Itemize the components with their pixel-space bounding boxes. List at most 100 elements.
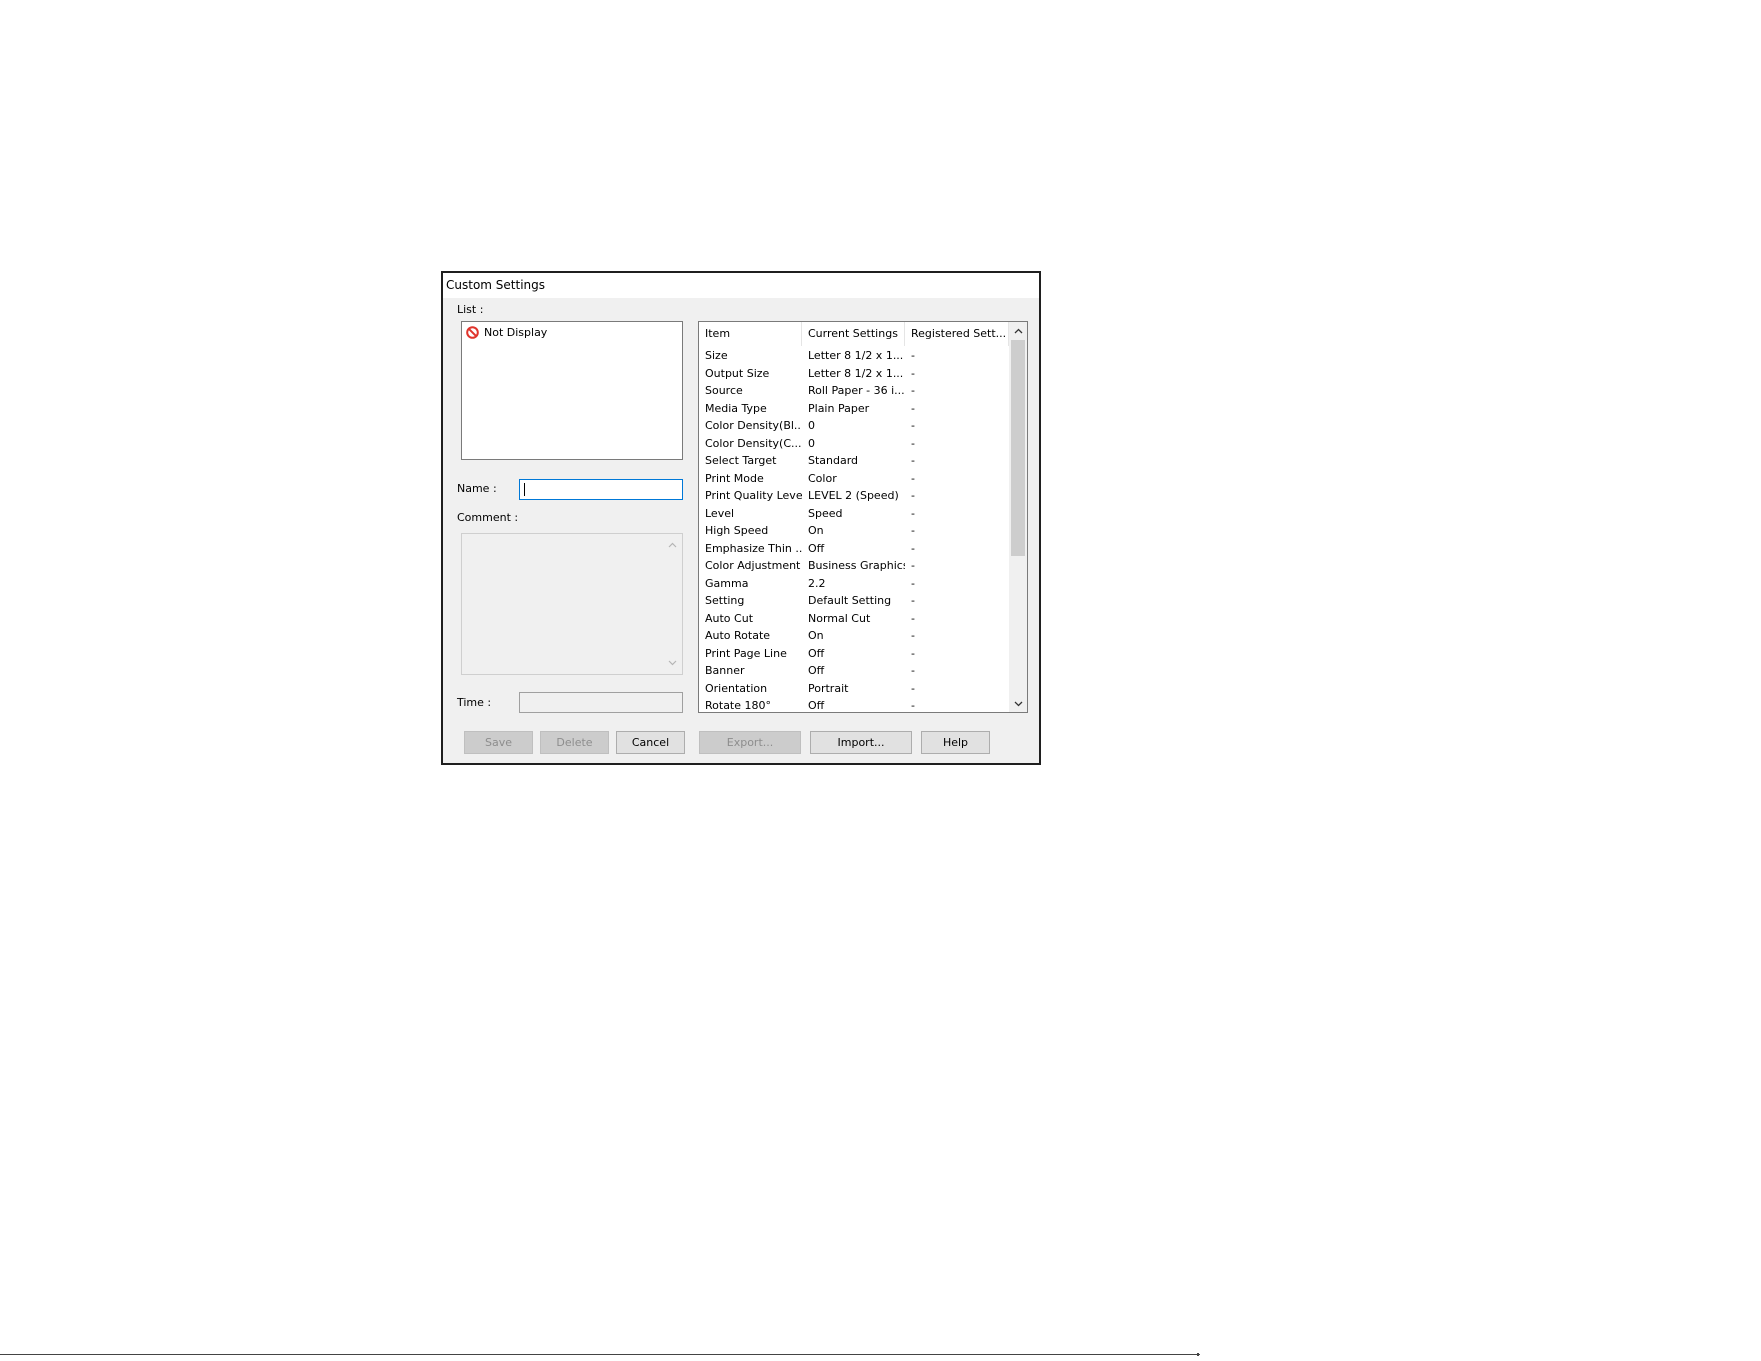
table-row[interactable]: Color Density(C... 0 - [699, 435, 1009, 453]
column-header-item[interactable]: Item [699, 322, 802, 346]
registered-setting-cell: - [911, 576, 915, 590]
list-item[interactable]: Not Display [466, 324, 547, 340]
item-cell: Auto Rotate [705, 629, 771, 642]
current-setting-cell: Letter 8 1/2 x 1... [808, 366, 904, 380]
name-input[interactable] [519, 479, 683, 500]
item-cell: Banner [705, 664, 745, 677]
current-setting-cell: 0 [808, 436, 815, 450]
table-row[interactable]: Print Mode Color - [699, 470, 1009, 488]
table-row[interactable]: Size Letter 8 1/2 x 1... - [699, 347, 1009, 365]
registered-setting-cell: - [911, 524, 915, 537]
item-cell: Print Quality Level [705, 489, 802, 502]
table-row[interactable]: Print Quality Level LEVEL 2 (Speed) - [699, 487, 1009, 505]
delete-button[interactable]: Delete [540, 731, 609, 754]
current-setting-cell: Standard [808, 454, 859, 467]
registered-setting-cell: - [911, 611, 915, 625]
registered-setting-cell: - [911, 471, 915, 485]
item-cell: Output Size [705, 366, 770, 380]
comment-textarea[interactable] [461, 533, 683, 675]
table-row[interactable]: Print Page Line Off - [699, 645, 1009, 663]
page-divider [0, 1354, 1200, 1355]
chevron-down-icon[interactable] [1009, 695, 1027, 712]
current-setting-cell: Off [808, 541, 825, 555]
table-row[interactable]: Color Adjustment Business Graphics - [699, 557, 1009, 575]
table-row[interactable]: Auto Cut Normal Cut - [699, 610, 1009, 628]
table-row[interactable]: Banner Off - [699, 662, 1009, 680]
item-cell: Media Type [705, 401, 767, 415]
table-row[interactable]: Media Type Plain Paper - [699, 400, 1009, 418]
list-item-label: Not Display [484, 325, 548, 339]
table-row[interactable]: Emphasize Thin ... Off - [699, 540, 1009, 558]
current-setting-cell: On [808, 629, 824, 642]
current-setting-cell: On [808, 524, 824, 537]
table-row[interactable]: Level Speed - [699, 505, 1009, 523]
item-cell: Color Adjustment [705, 559, 801, 572]
comment-label: Comment : [457, 511, 519, 524]
table-row[interactable]: Auto Rotate On - [699, 627, 1009, 645]
registered-setting-cell: - [911, 436, 915, 450]
current-setting-cell: 0 [808, 419, 815, 432]
import-button[interactable]: Import... [810, 731, 912, 754]
registered-setting-cell: - [911, 646, 915, 660]
current-setting-cell: Off [808, 699, 825, 712]
item-cell: Emphasize Thin ... [705, 541, 802, 555]
registered-setting-cell: - [911, 384, 915, 397]
current-setting-cell: LEVEL 2 (Speed) [808, 489, 899, 502]
table-row[interactable]: Orientation Portrait - [699, 680, 1009, 698]
custom-settings-dialog: Custom Settings List : Not Display Name … [441, 271, 1041, 765]
current-setting-cell: Plain Paper [808, 401, 870, 415]
cancel-button[interactable]: Cancel [616, 731, 685, 754]
registered-setting-cell: - [911, 419, 915, 432]
registered-setting-cell: - [911, 681, 915, 695]
table-row[interactable]: Setting Default Setting - [699, 592, 1009, 610]
registered-setting-cell: - [911, 699, 915, 712]
item-cell: Print Mode [705, 471, 764, 485]
item-cell: Auto Cut [705, 611, 754, 625]
settings-table[interactable]: Item Current Settings Registered Sett...… [698, 321, 1028, 713]
registered-setting-cell: - [911, 366, 915, 380]
registered-setting-cell: - [911, 664, 915, 677]
column-header-registered-settings[interactable]: Registered Sett... [905, 322, 1009, 346]
chevron-up-icon[interactable] [1009, 322, 1027, 339]
current-setting-cell: Speed [808, 506, 843, 520]
name-label: Name : [457, 482, 497, 495]
current-setting-cell: Color [808, 471, 837, 485]
current-setting-cell: Off [808, 646, 825, 660]
registered-setting-cell: - [911, 541, 915, 555]
item-cell: Orientation [705, 681, 768, 695]
export-button[interactable]: Export... [699, 731, 801, 754]
item-cell: Color Density(Bl... [705, 419, 802, 432]
current-setting-cell: Letter 8 1/2 x 1... [808, 349, 904, 362]
column-header-current-settings[interactable]: Current Settings [802, 322, 905, 346]
scrollbar-thumb[interactable] [1011, 340, 1025, 556]
table-row[interactable]: Select Target Standard - [699, 452, 1009, 470]
current-setting-cell: Normal Cut [808, 611, 871, 625]
table-row[interactable]: Source Roll Paper - 36 i... - [699, 382, 1009, 400]
registered-setting-cell: - [911, 506, 915, 520]
table-scrollbar[interactable] [1009, 322, 1027, 712]
list-label: List : [457, 303, 484, 316]
table-row[interactable]: High Speed On - [699, 522, 1009, 540]
chevron-up-icon[interactable] [664, 537, 681, 553]
table-row[interactable]: Color Density(Bl... 0 - [699, 417, 1009, 435]
table-row[interactable]: Gamma 2.2 - [699, 575, 1009, 593]
item-cell: Gamma [705, 576, 749, 590]
settings-list[interactable]: Not Display [461, 321, 683, 460]
item-cell: High Speed [705, 524, 769, 537]
table-row[interactable]: Rotate 180° Off - [699, 697, 1009, 712]
registered-setting-cell: - [911, 401, 915, 415]
registered-setting-cell: - [911, 489, 915, 502]
current-setting-cell: Off [808, 664, 825, 677]
page: Custom Settings List : Not Display Name … [0, 0, 1761, 1361]
current-setting-cell: 2.2 [808, 576, 826, 590]
text-caret [524, 483, 525, 496]
comment-scrollbar[interactable] [664, 535, 681, 673]
current-setting-cell: Portrait [808, 681, 849, 695]
registered-setting-cell: - [911, 349, 915, 362]
table-row[interactable]: Output Size Letter 8 1/2 x 1... - [699, 365, 1009, 383]
save-button[interactable]: Save [464, 731, 533, 754]
chevron-down-icon[interactable] [664, 655, 681, 671]
help-button[interactable]: Help [921, 731, 990, 754]
registered-setting-cell: - [911, 454, 915, 467]
registered-setting-cell: - [911, 629, 915, 642]
